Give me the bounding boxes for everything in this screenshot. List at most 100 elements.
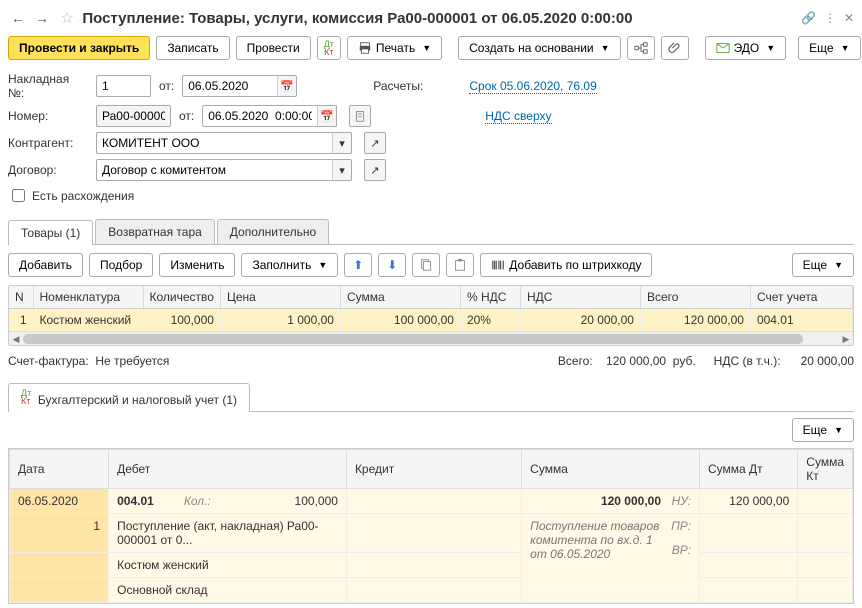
goods-grid[interactable]: N Номенклатура Количество Цена Сумма % Н… (8, 285, 854, 346)
print-button[interactable]: Печать▼ (347, 36, 442, 60)
table-row[interactable]: 1 Костюм женский 100,000 1 000,00 100 00… (9, 309, 853, 332)
clip-icon (668, 41, 682, 55)
create-based-button[interactable]: Создать на основании▼ (458, 36, 620, 60)
barcode-icon (491, 258, 505, 272)
close-icon[interactable]: ✕ (844, 11, 854, 25)
number-input[interactable] (96, 105, 171, 127)
acc-debit-account: 004.01 (117, 494, 154, 508)
col-sum: Сумма (340, 286, 460, 309)
datetime-input[interactable] (202, 105, 317, 127)
calendar-icon[interactable]: 📅 (277, 75, 297, 97)
acc-col-date: Дата (10, 450, 109, 489)
counterparty-dropdown[interactable]: ▾ (332, 132, 352, 154)
save-button[interactable]: Записать (156, 36, 229, 60)
tab-accounting[interactable]: ДтКт Бухгалтерский и налоговый учет (1) (8, 383, 250, 412)
acc-qty-label: Кол.: (184, 494, 211, 508)
invoice-fact-value: Не требуется (95, 354, 169, 368)
building-icon (353, 109, 367, 123)
move-down-button[interactable]: ⬇ (378, 253, 406, 277)
star-icon[interactable]: ☆ (56, 8, 78, 28)
invoice-fact-label: Счет-фактура: (8, 354, 89, 368)
scroll-left-icon[interactable]: ◀ (9, 332, 23, 346)
print-icon (358, 41, 372, 55)
has-divergence-checkbox[interactable] (12, 189, 25, 202)
contract-dropdown[interactable]: ▾ (332, 159, 352, 181)
counterparty-open[interactable]: ↗ (364, 132, 386, 154)
invoice-no-label: Накладная №: (8, 72, 88, 100)
edit-button[interactable]: Изменить (159, 253, 235, 277)
more-button[interactable]: Еще▼ (798, 36, 860, 60)
col-vat: НДС (520, 286, 640, 309)
acc-col-sum: Сумма (522, 450, 700, 489)
counterparty-input[interactable] (96, 132, 332, 154)
total-label: Всего: (558, 354, 593, 368)
acc-date: 06.05.2020 (10, 489, 109, 514)
link-icon[interactable]: 🔗 (801, 11, 816, 25)
copy-icon (419, 258, 433, 272)
acc-row-1[interactable]: 06.05.2020 004.01 Кол.: 100,000 120 000,… (10, 489, 853, 514)
dt-kt-icon: ДтКт (21, 389, 31, 405)
counterparty-label: Контрагент: (8, 136, 88, 150)
attach-button[interactable] (661, 36, 689, 60)
col-n: N (9, 286, 33, 309)
acc-row-3[interactable]: Костюм женский (10, 553, 853, 578)
flow-icon (634, 41, 648, 55)
acc-row-2[interactable]: 1 Поступление (акт, накладная) Ра00-0000… (10, 514, 853, 553)
vat-total-label: НДС (в т.ч.): (714, 354, 781, 368)
acc-qty: 100,000 (241, 494, 338, 508)
acc-sum-desc: Поступление товаров комитента по вх.д. 1… (530, 519, 661, 561)
scroll-right-icon[interactable]: ▶ (839, 332, 853, 346)
copy-button[interactable] (412, 253, 440, 277)
org-button[interactable] (349, 105, 371, 127)
related-docs-button[interactable] (627, 36, 655, 60)
invoice-no-input[interactable] (96, 75, 151, 97)
fill-button[interactable]: Заполнить▼ (241, 253, 338, 277)
horizontal-scrollbar[interactable]: ◀ ▶ (9, 331, 853, 345)
vat-link[interactable]: НДС сверху (485, 109, 551, 124)
acc-n: 1 (10, 514, 109, 553)
from-label-1: от: (159, 79, 174, 93)
acc-pr-label: ПР: (661, 519, 691, 533)
post-button[interactable]: Провести (236, 36, 311, 60)
scroll-thumb[interactable] (23, 334, 803, 344)
tab-tara[interactable]: Возвратная тара (95, 219, 215, 244)
pick-button[interactable]: Подбор (89, 253, 153, 277)
dt-kt-button[interactable]: ДтКт (317, 36, 341, 60)
paste-button[interactable] (446, 253, 474, 277)
acc-row-4[interactable]: Основной склад (10, 578, 853, 603)
col-nomen: Номенклатура (33, 286, 143, 309)
col-vatp: % НДС (460, 286, 520, 309)
add-row-button[interactable]: Добавить (8, 253, 83, 277)
invoice-date-input[interactable] (182, 75, 277, 97)
nav-back-button[interactable]: ← (8, 8, 28, 28)
edo-button[interactable]: ЭДО▼ (705, 36, 787, 60)
nav-forward-button[interactable]: → (32, 8, 52, 28)
accounting-more-button[interactable]: Еще▼ (792, 418, 854, 442)
accounting-grid[interactable]: Дата Дебет Кредит Сумма Сумма Дт Сумма К… (8, 448, 854, 604)
move-up-button[interactable]: ⬆ (344, 253, 372, 277)
post-and-close-button[interactable]: Провести и закрыть (8, 36, 150, 60)
paste-icon (453, 258, 467, 272)
acc-vr-label: ВР: (661, 543, 691, 557)
contract-input[interactable] (96, 159, 332, 181)
tab-additional[interactable]: Дополнительно (217, 219, 329, 244)
tabs: Товары (1) Возвратная тара Дополнительно (8, 219, 854, 245)
acc-line3: Костюм женский (109, 553, 347, 578)
more-dots-icon[interactable]: ⋮ (824, 11, 836, 25)
currency: руб. (673, 354, 696, 368)
accounting-tabs: ДтКт Бухгалтерский и налоговый учет (1) (8, 382, 854, 412)
number-label: Номер: (8, 109, 88, 123)
mail-icon (716, 41, 730, 55)
calendar-icon-2[interactable]: 📅 (317, 105, 337, 127)
acc-col-credit: Кредит (346, 450, 521, 489)
acc-sumdt: 120 000,00 (700, 489, 798, 514)
tab-goods[interactable]: Товары (1) (8, 220, 93, 245)
calc-link[interactable]: Срок 05.06.2020, 76.09 (469, 79, 596, 94)
col-acc: Счет учета (750, 286, 852, 309)
table-more-button[interactable]: Еще▼ (792, 253, 854, 277)
contract-open[interactable]: ↗ (364, 159, 386, 181)
from-label-2: от: (179, 109, 194, 123)
acc-col-sumdt: Сумма Дт (700, 450, 798, 489)
has-divergence-label: Есть расхождения (32, 189, 134, 203)
add-barcode-button[interactable]: Добавить по штрихкоду (480, 253, 652, 277)
